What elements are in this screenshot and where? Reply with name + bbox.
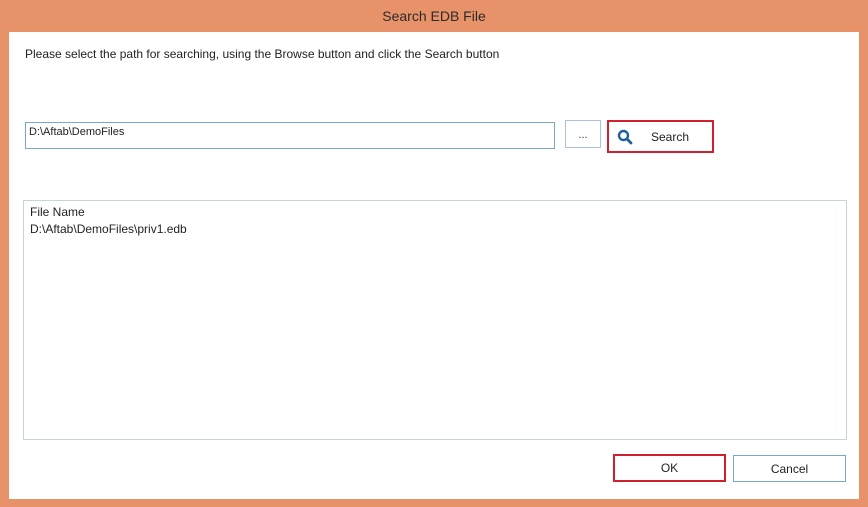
instruction-text: Please select the path for searching, us…: [25, 47, 500, 61]
cancel-button[interactable]: Cancel: [733, 455, 846, 482]
magnifier-icon: [617, 129, 633, 145]
list-item[interactable]: D:\Aftab\DemoFiles\priv1.edb: [30, 222, 187, 236]
results-list[interactable]: File Name D:\Aftab\DemoFiles\priv1.edb: [23, 200, 847, 440]
path-input[interactable]: [25, 122, 555, 149]
ok-button[interactable]: OK: [613, 454, 726, 482]
browse-button[interactable]: ...: [565, 120, 601, 148]
search-button-label: Search: [651, 130, 690, 144]
search-button[interactable]: Search: [607, 120, 714, 153]
cancel-button-label: Cancel: [770, 461, 809, 476]
ok-button-label: OK: [660, 461, 679, 475]
column-header-file-name[interactable]: File Name: [30, 205, 85, 219]
browse-button-label: ...: [578, 129, 588, 141]
window-title: Search EDB File: [382, 8, 486, 24]
dialog-window: Search EDB File Please select the path f…: [0, 0, 868, 507]
title-bar: Search EDB File: [0, 0, 868, 32]
dialog-body: Please select the path for searching, us…: [9, 32, 859, 499]
